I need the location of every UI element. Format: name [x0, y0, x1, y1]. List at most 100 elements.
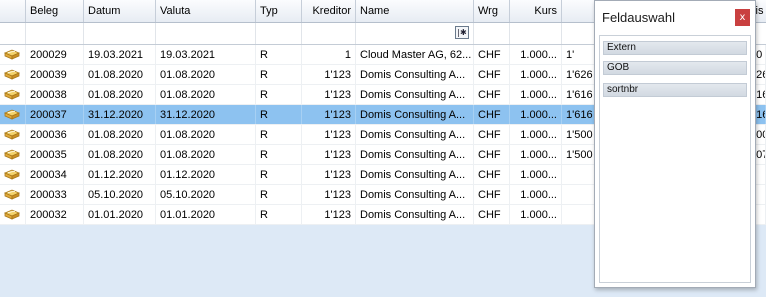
header-kreditor[interactable]: Kreditor [302, 0, 356, 22]
ledger-icon [4, 129, 20, 140]
cell-kurs: 1.000... [510, 85, 562, 104]
cell-kurs: 1.000... [510, 185, 562, 204]
row-icon-cell [0, 45, 26, 64]
header-name[interactable]: Name [356, 0, 474, 22]
cell-kreditor: 1'123 [302, 105, 356, 124]
cell-name: Domis Consulting A... [356, 65, 474, 84]
cell-valuta: 05.10.2020 [156, 185, 256, 204]
cell-typ: R [256, 205, 302, 224]
cell-datum: 01.08.2020 [84, 145, 156, 164]
ledger-icon [4, 89, 20, 100]
cell-typ: R [256, 65, 302, 84]
cell-wrg: CHF [474, 165, 510, 184]
cell-beleg: 200037 [26, 105, 84, 124]
ledger-icon [4, 149, 20, 160]
cell-datum: 01.08.2020 [84, 125, 156, 144]
cell-typ: R [256, 125, 302, 144]
cell-wrg: CHF [474, 125, 510, 144]
cell-valuta: 01.12.2020 [156, 165, 256, 184]
row-icon-cell [0, 125, 26, 144]
cell-valuta: 01.08.2020 [156, 125, 256, 144]
cell-beleg: 200039 [26, 65, 84, 84]
field-item-extern[interactable]: Extern [603, 41, 747, 55]
cell-kurs: 1.000... [510, 145, 562, 164]
row-icon-cell [0, 165, 26, 184]
cell-beleg: 200034 [26, 165, 84, 184]
filter-cell[interactable] [474, 23, 510, 44]
field-item-sortnbr[interactable]: sortnbr [603, 83, 747, 97]
cell-datum: 01.08.2020 [84, 65, 156, 84]
cell-typ: R [256, 45, 302, 64]
cell-valuta: 01.08.2020 [156, 65, 256, 84]
cell-kreditor: 1'123 [302, 65, 356, 84]
cell-kreditor: 1'123 [302, 145, 356, 164]
filter-cell[interactable] [84, 23, 156, 44]
cell-wrg: CHF [474, 45, 510, 64]
filter-cell[interactable] [510, 23, 562, 44]
header-icon-column[interactable] [0, 0, 26, 22]
filter-cell[interactable] [156, 23, 256, 44]
row-icon-cell [0, 145, 26, 164]
cell-datum: 05.10.2020 [84, 185, 156, 204]
cell-wrg: CHF [474, 205, 510, 224]
panel-title: Feldauswahl [602, 10, 675, 25]
filter-options-button[interactable]: |✱ [455, 26, 469, 39]
cell-wrg: CHF [474, 145, 510, 164]
ledger-icon [4, 69, 20, 80]
close-button[interactable]: x [735, 9, 750, 26]
cell-name: Domis Consulting A... [356, 85, 474, 104]
cell-wrg: CHF [474, 185, 510, 204]
cell-beleg: 200035 [26, 145, 84, 164]
cell-beleg: 200029 [26, 45, 84, 64]
filter-cell[interactable] [26, 23, 84, 44]
cell-kreditor: 1'123 [302, 125, 356, 144]
filter-cell[interactable] [302, 23, 356, 44]
ledger-icon [4, 209, 20, 220]
header-typ[interactable]: Typ [256, 0, 302, 22]
cell-kurs: 1.000... [510, 125, 562, 144]
field-item-gob[interactable]: GOB [603, 61, 747, 75]
cell-typ: R [256, 165, 302, 184]
cell-kurs: 1.000... [510, 45, 562, 64]
cell-kurs: 1.000... [510, 205, 562, 224]
cell-name: Domis Consulting A... [356, 145, 474, 164]
cell-wrg: CHF [474, 85, 510, 104]
header-datum[interactable]: Datum [84, 0, 156, 22]
field-selection-panel: Feldauswahl x Extern GOB sortnbr [594, 0, 756, 288]
ledger-icon [4, 109, 20, 120]
cell-valuta: 01.08.2020 [156, 85, 256, 104]
header-valuta[interactable]: Valuta [156, 0, 256, 22]
ledger-icon [4, 49, 20, 60]
cell-kurs: 1.000... [510, 105, 562, 124]
cell-kurs: 1.000... [510, 165, 562, 184]
filter-cell[interactable] [0, 23, 26, 44]
ledger-icon [4, 169, 20, 180]
row-icon-cell [0, 205, 26, 224]
cell-beleg: 200036 [26, 125, 84, 144]
row-icon-cell [0, 65, 26, 84]
row-icon-cell [0, 185, 26, 204]
cell-datum: 01.01.2020 [84, 205, 156, 224]
filter-cell[interactable] [256, 23, 302, 44]
cell-kreditor: 1'123 [302, 165, 356, 184]
header-wrg[interactable]: Wrg [474, 0, 510, 22]
cell-name: Domis Consulting A... [356, 205, 474, 224]
cell-typ: R [256, 105, 302, 124]
cell-valuta: 01.01.2020 [156, 205, 256, 224]
cell-kreditor: 1'123 [302, 85, 356, 104]
cell-valuta: 01.08.2020 [156, 145, 256, 164]
cell-name: Domis Consulting A... [356, 165, 474, 184]
ledger-icon [4, 189, 20, 200]
cell-datum: 01.08.2020 [84, 85, 156, 104]
header-kurs[interactable]: Kurs [510, 0, 562, 22]
header-beleg[interactable]: Beleg [26, 0, 84, 22]
cell-name: Domis Consulting A... [356, 125, 474, 144]
cell-valuta: 19.03.2021 [156, 45, 256, 64]
cell-beleg: 200032 [26, 205, 84, 224]
cell-kreditor: 1'123 [302, 205, 356, 224]
cell-name: Domis Consulting A... [356, 185, 474, 204]
cell-datum: 19.03.2021 [84, 45, 156, 64]
cell-beleg: 200038 [26, 85, 84, 104]
cell-beleg: 200033 [26, 185, 84, 204]
cell-kreditor: 1 [302, 45, 356, 64]
